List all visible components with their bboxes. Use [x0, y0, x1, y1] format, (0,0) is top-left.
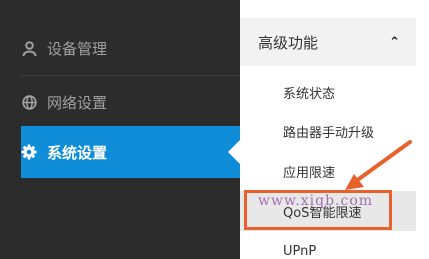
submenu-item-system-status[interactable]: 系统状态: [240, 72, 416, 112]
submenu-item-label: QoS智能限速: [283, 205, 362, 221]
sidebar-item-network-settings[interactable]: 网络设置: [21, 76, 240, 128]
sidebar-item-label: 设备管理: [47, 39, 108, 58]
submenu-item-upnp[interactable]: UPnP: [240, 231, 416, 259]
submenu-item-label: 路由器手动升级: [283, 125, 375, 141]
submenu-item-manual-upgrade[interactable]: 路由器手动升级: [240, 111, 416, 151]
user-icon: [21, 40, 37, 56]
globe-icon: [21, 94, 37, 110]
submenu-item-app-rate-limit[interactable]: 应用限速: [240, 151, 416, 191]
sidebar-item-label: 系统设置: [47, 143, 108, 162]
sidebar-item-device-management[interactable]: 设备管理: [21, 22, 240, 74]
submenu-panel: 高级功能 ⌃ 系统状态 路由器手动升级 应用限速 QoS智能限速 UPnP: [240, 0, 429, 259]
sidebar: 设备管理 网络设置 系统设置: [0, 0, 240, 259]
submenu-item-label: 应用限速: [283, 165, 336, 181]
sidebar-item-label: 网络设置: [47, 93, 108, 112]
gear-icon: [21, 144, 37, 160]
submenu-item-qos-rate-limit[interactable]: QoS智能限速: [240, 191, 416, 231]
active-pointer: [228, 140, 240, 164]
submenu-header-advanced[interactable]: 高级功能 ⌃: [240, 18, 416, 66]
submenu-header-label: 高级功能: [258, 33, 319, 52]
submenu-item-label: 系统状态: [283, 86, 336, 102]
sidebar-item-system-settings[interactable]: 系统设置: [21, 126, 240, 178]
chevron-up-icon: ⌃: [389, 34, 400, 50]
submenu-item-label: UPnP: [283, 243, 317, 259]
